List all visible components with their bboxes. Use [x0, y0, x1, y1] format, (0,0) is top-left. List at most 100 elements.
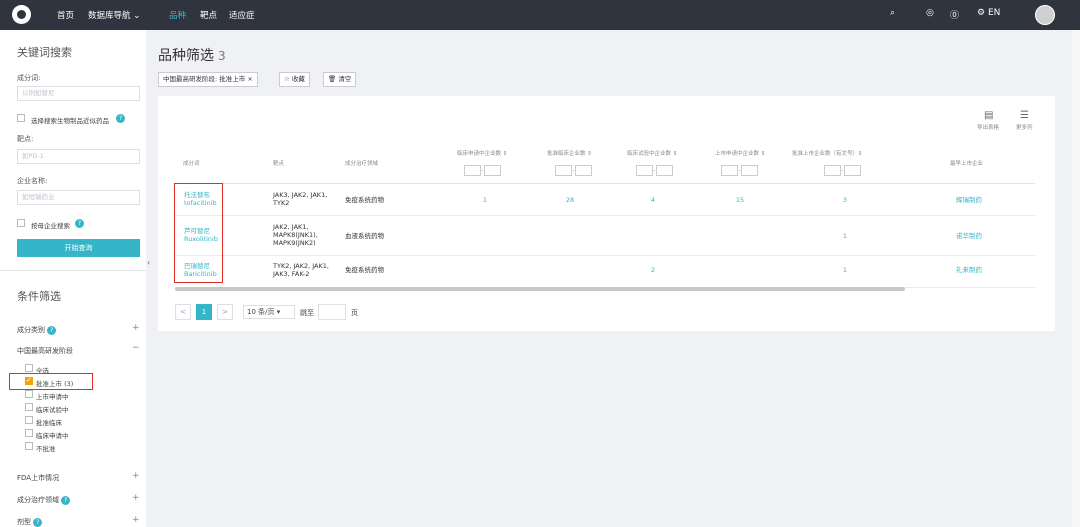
filter-fda[interactable]: FDA上市情况	[17, 473, 59, 483]
lang-switch[interactable]: ⚙ EN	[977, 8, 1000, 18]
stage-option-checkbox[interactable]	[25, 364, 33, 372]
range-min-input[interactable]	[464, 165, 481, 176]
ingredient-input[interactable]: 以例如替尼	[17, 86, 140, 101]
filter-label: 成分治疗领域	[17, 496, 59, 504]
more-columns-label[interactable]: 更多列	[1016, 123, 1033, 131]
horizontal-scrollbar[interactable]	[175, 287, 905, 291]
count-cell[interactable]: 1	[475, 196, 495, 204]
nav-tab-drug[interactable]: 品种	[169, 9, 186, 21]
range-min-input[interactable]	[824, 165, 841, 176]
company-input[interactable]: 如恒瑞药业	[17, 190, 140, 205]
target-label: 靶点:	[17, 135, 34, 143]
vertical-scrollbar[interactable]	[1072, 30, 1080, 527]
help-icon[interactable]: ?	[116, 114, 125, 123]
nav-home[interactable]: 首页	[57, 9, 74, 21]
range-filter[interactable]: -	[464, 165, 501, 176]
range-min-input[interactable]	[721, 165, 738, 176]
export-icon[interactable]: ▤	[984, 110, 993, 121]
bulb-icon[interactable]: ◎	[926, 8, 934, 18]
favorite-button[interactable]: ☆ 收藏	[279, 72, 310, 87]
target-input[interactable]: 如PD-1	[17, 149, 140, 164]
nav-database[interactable]: 数据库导航 ⌄	[88, 9, 140, 21]
goto-page-input[interactable]	[318, 304, 346, 320]
include-bio-checkbox[interactable]	[17, 114, 25, 122]
range-max-input[interactable]	[844, 165, 861, 176]
help-icon[interactable]: ?	[47, 326, 57, 335]
filter-ingredient-category[interactable]: 成分类别 ?	[17, 325, 57, 335]
range-filter[interactable]: -	[721, 165, 758, 176]
ingredient-label: 成分词:	[17, 74, 41, 82]
page-size-select[interactable]: 10 条/页 ▾	[243, 305, 295, 319]
columns-icon[interactable]: ☰	[1020, 110, 1029, 121]
expand-plus-icon[interactable]: +	[132, 471, 140, 481]
count-cell[interactable]: 15	[730, 196, 750, 204]
count-cell[interactable]: 1	[835, 232, 855, 240]
help-icon[interactable]: ?	[33, 518, 43, 527]
page-suffix: 页	[351, 309, 358, 317]
stage-option-checkbox[interactable]	[25, 403, 33, 411]
range-max-input[interactable]	[484, 165, 501, 176]
first-company-cell[interactable]: 辉瑞制药	[956, 196, 982, 204]
count-cell[interactable]: 28	[560, 196, 580, 204]
first-company-cell[interactable]: 礼来制药	[956, 266, 982, 274]
export-label[interactable]: 导出表格	[977, 123, 999, 131]
range-min-input[interactable]	[636, 165, 653, 176]
keyword-search-title: 关键词搜索	[17, 46, 72, 59]
col-header[interactable]: 临床试验中企业数 ⇕	[627, 149, 677, 157]
range-filter[interactable]: -	[555, 165, 592, 176]
active-filter-chip[interactable]: 中国最高研发阶段: 批准上市 ×	[158, 72, 258, 87]
help-icon[interactable]: ?	[75, 219, 84, 228]
first-company-cell[interactable]: 诺华制药	[956, 232, 982, 240]
stage-option-checkbox[interactable]	[25, 429, 33, 437]
page-button[interactable]: 1	[196, 304, 212, 320]
range-max-input[interactable]	[575, 165, 592, 176]
range-max-input[interactable]	[741, 165, 758, 176]
expand-plus-icon[interactable]: +	[132, 515, 140, 525]
range-filter[interactable]: -	[824, 165, 861, 176]
sidebar: 关键词搜索 成分词: 以例如替尼 选择搜索生物制品近似药品 ? 靶点: 如PD-…	[0, 30, 146, 527]
range-max-input[interactable]	[656, 165, 673, 176]
range-min-input[interactable]	[555, 165, 572, 176]
stage-option-checkbox[interactable]	[25, 416, 33, 424]
help-icon[interactable]: ⓪	[950, 8, 959, 21]
col-header: 成分词	[183, 161, 200, 167]
help-icon[interactable]: ?	[61, 496, 71, 505]
nav-tab-target[interactable]: 靶点	[200, 9, 217, 21]
stage-option-label: 不批准	[36, 445, 56, 453]
next-page-button[interactable]: >	[217, 304, 233, 320]
nav-tab-indication[interactable]: 适应症	[229, 9, 255, 21]
count-cell[interactable]: 3	[835, 196, 855, 204]
expand-plus-icon[interactable]: +	[132, 323, 140, 333]
col-header[interactable]: 批准上市企业数（有文号）⇕	[792, 149, 863, 157]
start-search-button[interactable]: 开始查询	[17, 239, 140, 257]
clear-button[interactable]: 🗑 清空	[323, 72, 357, 87]
stage-option-label: 临床试验中	[36, 406, 69, 414]
count-cell[interactable]: 1	[835, 266, 855, 274]
filter-dosage-form[interactable]: 剂型 ?	[17, 517, 43, 527]
expand-plus-icon[interactable]: +	[132, 493, 140, 503]
by-company-checkbox[interactable]	[17, 219, 25, 227]
prev-page-button[interactable]: <	[175, 304, 191, 320]
col-header[interactable]: 临床申请中企业数 ⇕	[457, 149, 507, 157]
sidebar-collapse-icon[interactable]: ‹	[147, 258, 155, 270]
search-icon[interactable]: ⌕	[890, 8, 895, 18]
table-header: 成分词 靶点 成分治疗领域 临床申请中企业数 ⇕ - 批准临床企业数 ⇕ - 临…	[175, 141, 1035, 184]
filter-china-stage[interactable]: 中国最高研发阶段	[17, 346, 73, 356]
count-cell[interactable]: 4	[643, 196, 663, 204]
sidebar-divider	[0, 270, 146, 271]
collapse-minus-icon[interactable]: −	[132, 343, 140, 353]
include-bio-label: 选择搜索生物制品近似药品	[31, 117, 109, 125]
table-row: 托法替布 tofacitinib JAK3, JAK2, JAK1, TYK2 …	[175, 184, 1035, 216]
stage-option-checkbox[interactable]	[25, 390, 33, 398]
col-header[interactable]: 上市申请中企业数 ⇕	[715, 149, 765, 157]
user-avatar[interactable]	[1035, 5, 1055, 25]
range-filter[interactable]: -	[636, 165, 673, 176]
count-cell[interactable]: 2	[643, 266, 663, 274]
logo-icon[interactable]	[12, 5, 31, 24]
col-header[interactable]: 批准临床企业数 ⇕	[547, 149, 592, 157]
results-card: ▤ 导出表格 ☰ 更多列 成分词 靶点 成分治疗领域 临床申请中企业数 ⇕ - …	[158, 96, 1055, 331]
chevron-down-icon: ⌄	[133, 11, 141, 21]
stage-option-checkbox[interactable]	[25, 442, 33, 450]
table-row: 芦可替尼 Ruxolitinib JAK2, JAK1, MAPK8(JNK1)…	[175, 216, 1035, 256]
filter-therapeutic-area[interactable]: 成分治疗领域 ?	[17, 495, 71, 505]
